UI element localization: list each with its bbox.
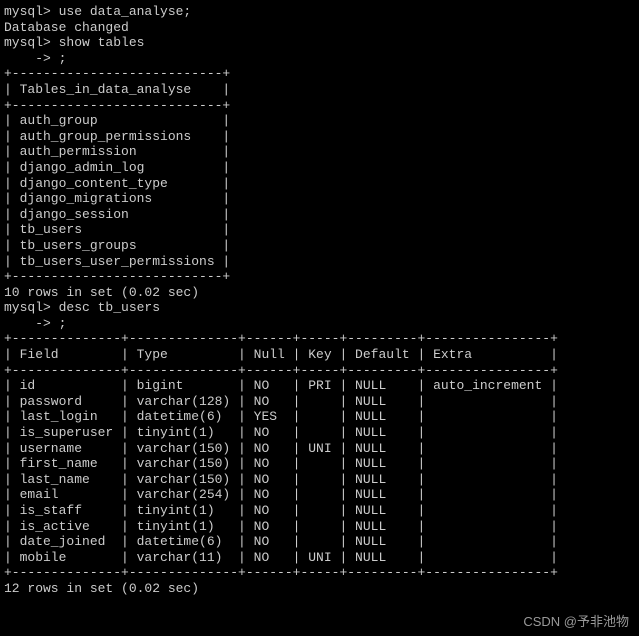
tables-row: | django_migrations | [4, 191, 635, 207]
desc-row: | last_login | datetime(6) | YES | | NUL… [4, 409, 635, 425]
desc-row: | email | varchar(254) | NO | | NULL | | [4, 487, 635, 503]
tables-row: | django_session | [4, 207, 635, 223]
tables-border: +---------------------------+ [4, 66, 635, 82]
tables-row: | tb_users_groups | [4, 238, 635, 254]
cmd-desc: mysql> desc tb_users [4, 300, 635, 316]
tables-row: | auth_permission | [4, 144, 635, 160]
tables-row: | django_admin_log | [4, 160, 635, 176]
watermark: CSDN @予非池物 [523, 614, 629, 630]
tables-row: | tb_users | [4, 222, 635, 238]
tables-summary: 10 rows in set (0.02 sec) [4, 285, 635, 301]
cmd-show-tables: mysql> show tables [4, 35, 635, 51]
desc-row: | is_active | tinyint(1) | NO | | NULL |… [4, 519, 635, 535]
desc-row: | username | varchar(150) | NO | UNI | N… [4, 441, 635, 457]
desc-row: | last_name | varchar(150) | NO | | NULL… [4, 472, 635, 488]
desc-header: | Field | Type | Null | Key | Default | … [4, 347, 635, 363]
desc-row: | id | bigint | NO | PRI | NULL | auto_i… [4, 378, 635, 394]
tables-row: | tb_users_user_permissions | [4, 254, 635, 270]
response-use: Database changed [4, 20, 635, 36]
tables-header: | Tables_in_data_analyse | [4, 82, 635, 98]
desc-border: +--------------+--------------+------+--… [4, 565, 635, 581]
mysql-terminal[interactable]: mysql> use data_analyse;Database changed… [4, 4, 635, 597]
desc-row: | is_staff | tinyint(1) | NO | | NULL | … [4, 503, 635, 519]
desc-summary: 12 rows in set (0.02 sec) [4, 581, 635, 597]
tables-row: | auth_group | [4, 113, 635, 129]
desc-row: | date_joined | datetime(6) | NO | | NUL… [4, 534, 635, 550]
cmd-use: mysql> use data_analyse; [4, 4, 635, 20]
tables-border: +---------------------------+ [4, 98, 635, 114]
desc-border: +--------------+--------------+------+--… [4, 363, 635, 379]
desc-row: | mobile | varchar(11) | NO | UNI | NULL… [4, 550, 635, 566]
desc-row: | first_name | varchar(150) | NO | | NUL… [4, 456, 635, 472]
cmd-continuation: -> ; [4, 316, 635, 332]
desc-row: | password | varchar(128) | NO | | NULL … [4, 394, 635, 410]
tables-row: | django_content_type | [4, 176, 635, 192]
tables-border: +---------------------------+ [4, 269, 635, 285]
desc-row: | is_superuser | tinyint(1) | NO | | NUL… [4, 425, 635, 441]
cmd-continuation: -> ; [4, 51, 635, 67]
tables-row: | auth_group_permissions | [4, 129, 635, 145]
desc-border: +--------------+--------------+------+--… [4, 331, 635, 347]
